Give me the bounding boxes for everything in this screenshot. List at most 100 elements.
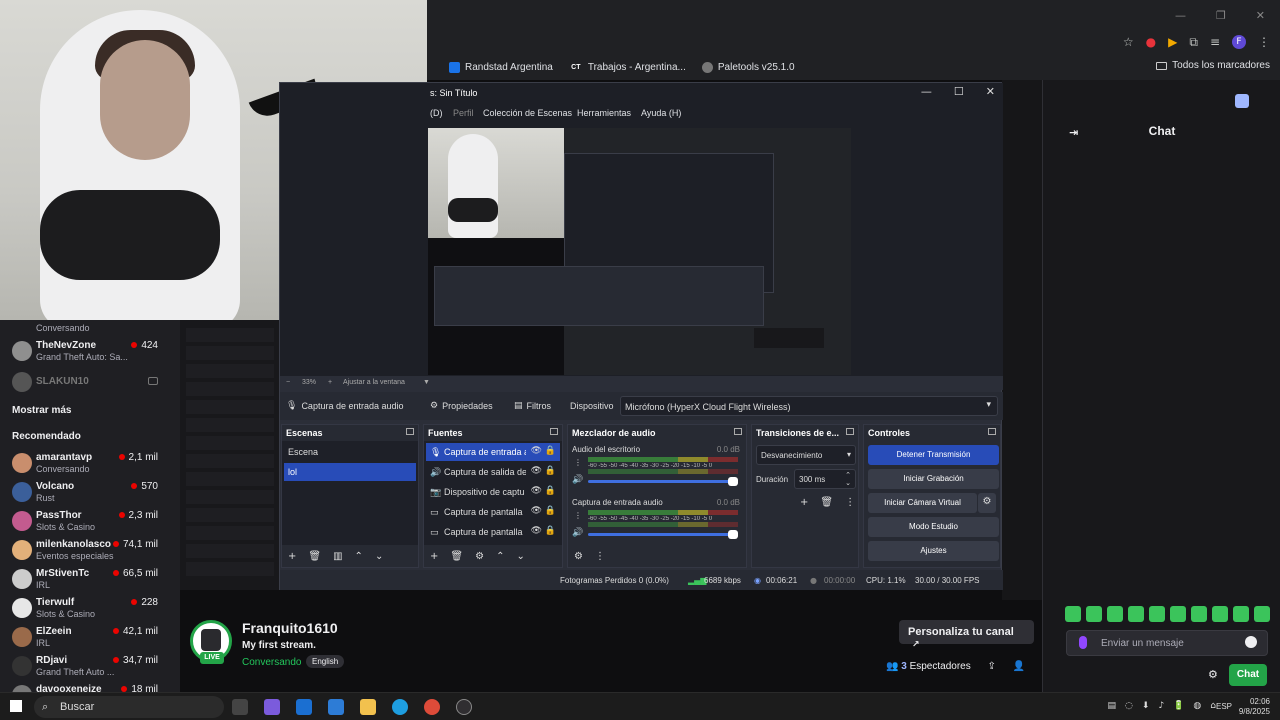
- trash-icon[interactable]: 🗑: [308, 551, 321, 562]
- chat-input[interactable]: Enviar un mensaje: [1066, 630, 1268, 656]
- collapse-chat-icon[interactable]: ⇥: [1069, 126, 1078, 139]
- sidebar-channel[interactable]: Volcano Rust 570: [0, 478, 180, 507]
- gear-icon[interactable]: ⚙: [475, 551, 484, 562]
- emote-icon[interactable]: [1149, 606, 1165, 622]
- slider-knob[interactable]: [728, 530, 738, 539]
- speaker-icon[interactable]: 🔊: [572, 475, 583, 485]
- chat-send-button[interactable]: Chat: [1229, 664, 1267, 686]
- show-more-link[interactable]: Mostrar más: [12, 405, 71, 416]
- zoom-in-button[interactable]: +: [328, 379, 332, 386]
- emoji-icon[interactable]: [1245, 636, 1257, 648]
- stream-tag[interactable]: English: [306, 655, 345, 668]
- sidebar-channel[interactable]: PassThor Slots & Casino 2,3 mil: [0, 507, 180, 536]
- emote-icon[interactable]: [1254, 606, 1270, 622]
- emote-icon[interactable]: [1233, 606, 1249, 622]
- bookmark-randstad[interactable]: Randstad Argentina: [449, 61, 553, 73]
- lock-icon[interactable]: 🔒: [545, 466, 556, 476]
- settings-button[interactable]: Ajustes: [868, 541, 999, 561]
- sidebar-channel[interactable]: ElZeein IRL 42,1 mil: [0, 623, 180, 652]
- store-icon[interactable]: [328, 699, 344, 715]
- sidebar-channel[interactable]: TheNevZone Grand Theft Auto: Sa... 424: [0, 337, 180, 366]
- undock-icon[interactable]: [406, 428, 414, 435]
- sidebar-channel-partial[interactable]: Conversando: [0, 320, 180, 334]
- share-icon[interactable]: ⇪: [988, 661, 996, 672]
- undock-icon[interactable]: [550, 428, 558, 435]
- outlook-icon[interactable]: [296, 699, 312, 715]
- transition-select[interactable]: Desvanecimiento ▾: [756, 445, 856, 465]
- emote-icon[interactable]: [1107, 606, 1123, 622]
- speaker-icon[interactable]: 🔊: [572, 528, 583, 538]
- eye-icon[interactable]: 👁: [531, 446, 542, 456]
- taskbar-clock[interactable]: 02:06 9/8/2025: [1239, 697, 1270, 717]
- filter-icon[interactable]: ▥: [333, 551, 342, 562]
- add-icon[interactable]: +: [288, 551, 296, 562]
- properties-button[interactable]: ⚙ Propiedades: [430, 401, 493, 411]
- minimize-icon[interactable]: —: [921, 85, 932, 98]
- emote-icon[interactable]: [1086, 606, 1102, 622]
- close-icon[interactable]: ✕: [1256, 9, 1265, 22]
- down-icon[interactable]: ⌄: [375, 551, 383, 562]
- close-icon[interactable]: ✕: [986, 85, 995, 98]
- eye-icon[interactable]: 👁: [531, 466, 542, 476]
- bookmark-trabajos[interactable]: CT Trabajos - Argentina...: [569, 62, 686, 73]
- emote-icon[interactable]: [1065, 606, 1081, 622]
- menu-herramientas[interactable]: Herramientas: [577, 108, 631, 118]
- emote-icon[interactable]: [1170, 606, 1186, 622]
- fit-window-button[interactable]: Ajustar a la ventana: [343, 379, 405, 386]
- menu-icon[interactable]: ⋮: [1258, 35, 1270, 49]
- stop-stream-button[interactable]: Detener Transmisión: [868, 445, 999, 465]
- chrome-icon[interactable]: [424, 699, 440, 715]
- gear-icon[interactable]: ⚙: [574, 551, 583, 562]
- trash-icon[interactable]: 🗑: [450, 551, 463, 562]
- chat-settings-icon[interactable]: ⚙: [1208, 668, 1218, 681]
- emote-icon[interactable]: [1212, 606, 1228, 622]
- undock-icon[interactable]: [988, 428, 996, 435]
- tray-icon[interactable]: ♪: [1158, 701, 1164, 711]
- menu-colecion-escenas[interactable]: Colección de Escenas: [483, 108, 572, 118]
- sidebar-channel[interactable]: amarantavp Conversando 2,1 mil: [0, 449, 180, 478]
- source-item-selected[interactable]: 🎙 Captura de entrada a 👁 🔒: [426, 443, 560, 461]
- stepper-icon[interactable]: ⌃ ⌄: [845, 471, 851, 487]
- obs-preview[interactable]: [280, 123, 1003, 376]
- menu-perfil[interactable]: Perfil: [453, 108, 474, 118]
- play-extension-icon[interactable]: ▶: [1168, 35, 1177, 49]
- eye-icon[interactable]: 👁: [531, 506, 542, 516]
- record-extension-icon[interactable]: ●: [1146, 35, 1156, 49]
- zoom-dropdown[interactable]: ▼: [423, 379, 430, 386]
- menu-ayuda[interactable]: Ayuda (H): [641, 108, 681, 118]
- source-item[interactable]: 📷 Dispositivo de captu 👁 🔒: [426, 483, 560, 501]
- up-icon[interactable]: ⌃: [355, 551, 363, 562]
- all-bookmarks[interactable]: Todos los marcadores: [1156, 60, 1270, 71]
- emote-icon[interactable]: [1128, 606, 1144, 622]
- bookmark-paletools[interactable]: Paletools v25.1.0: [701, 61, 795, 73]
- extensions-icon[interactable]: ⧉: [1189, 35, 1198, 50]
- source-item[interactable]: ▭ Captura de pantalla 👁 🔒: [426, 503, 560, 521]
- sidebar-channel[interactable]: MrStivenTc IRL 66,5 mil: [0, 565, 180, 594]
- down-icon[interactable]: ⌄: [516, 551, 524, 562]
- tray-icon[interactable]: ◍: [1193, 701, 1201, 711]
- virtual-camera-button[interactable]: Iniciar Cámara Virtual: [868, 493, 977, 513]
- filters-button[interactable]: ▤ Filtros: [514, 401, 551, 411]
- lock-icon[interactable]: 🔒: [545, 526, 556, 536]
- channel-menu-icon[interactable]: ⋮: [574, 458, 582, 467]
- duration-input[interactable]: 300 ms ⌃ ⌄: [794, 469, 856, 489]
- obs-icon[interactable]: [456, 699, 472, 715]
- task-view-icon[interactable]: [232, 699, 248, 715]
- sidebar-channel[interactable]: Tierwulf Slots & Casino 228: [0, 594, 180, 623]
- language-indicator[interactable]: ESP: [1216, 702, 1232, 711]
- tray-icon[interactable]: ⬇: [1142, 701, 1150, 711]
- tray-icon[interactable]: ◌: [1125, 701, 1133, 711]
- user-icon[interactable]: 👤: [1013, 661, 1025, 672]
- up-icon[interactable]: ⌃: [496, 551, 504, 562]
- lock-icon[interactable]: 🔒: [545, 446, 556, 456]
- sidebar-channel-offline[interactable]: SLAKUN10: [0, 368, 180, 397]
- trash-icon[interactable]: 🗑: [820, 497, 833, 508]
- undock-icon[interactable]: [846, 428, 854, 435]
- sidebar-channel[interactable]: milenkanolasco Eventos especiales 74,1 m…: [0, 536, 180, 565]
- scene-item[interactable]: Escena: [284, 443, 416, 461]
- emote-icon[interactable]: [1191, 606, 1207, 622]
- copilot-icon[interactable]: [264, 699, 280, 715]
- virtual-camera-settings-button[interactable]: ⚙: [978, 493, 996, 513]
- maximize-icon[interactable]: ☐: [954, 85, 964, 98]
- channel-menu-icon[interactable]: ⋮: [574, 511, 582, 520]
